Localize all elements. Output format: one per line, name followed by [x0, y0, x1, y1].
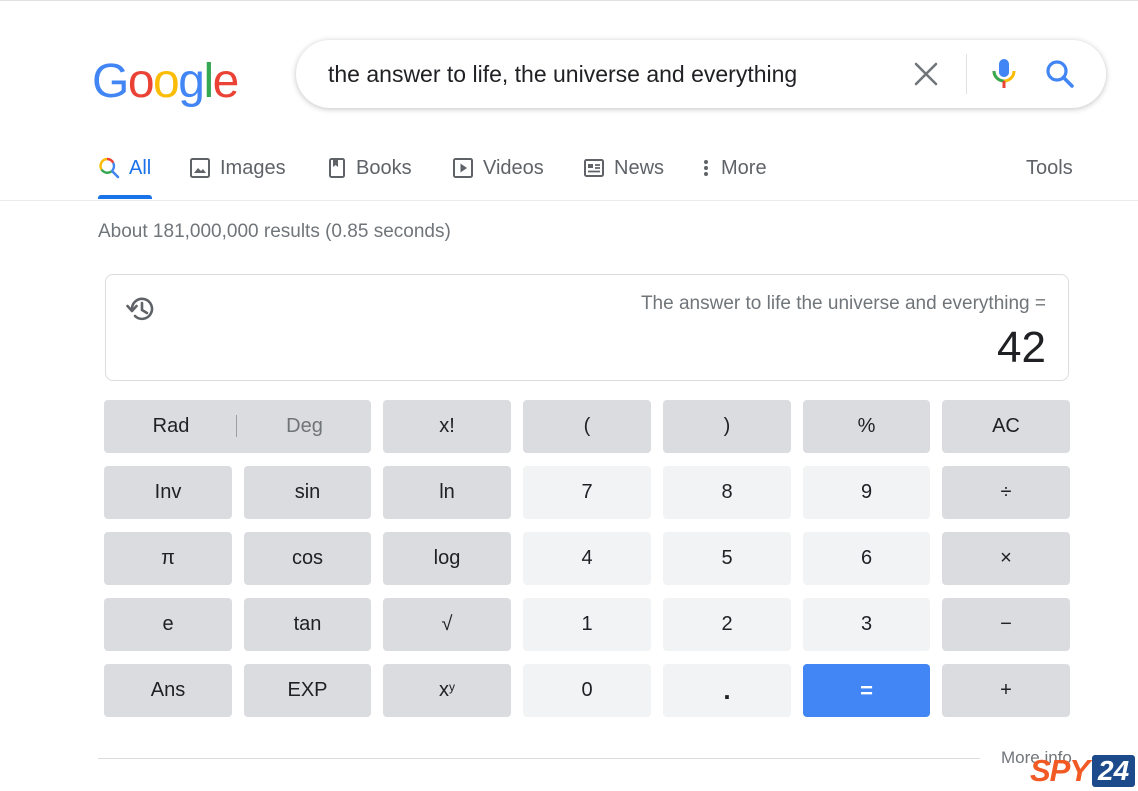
clear-search-button[interactable]: [908, 56, 944, 92]
left-paren-key[interactable]: (: [523, 400, 651, 453]
calculator-result: 42: [997, 323, 1046, 372]
tab-label: More: [721, 156, 767, 179]
digit-0-key[interactable]: 0: [523, 664, 651, 717]
rad-deg-toggle[interactable]: Rad Deg: [104, 400, 371, 453]
plus-key[interactable]: +: [942, 664, 1070, 717]
search-button[interactable]: [1042, 56, 1078, 92]
logo-letter: g: [178, 55, 205, 108]
more-vert-icon: [704, 160, 708, 176]
tab-books[interactable]: Books: [327, 140, 412, 196]
power-key[interactable]: xy: [383, 664, 511, 717]
bottom-divider: [98, 758, 980, 759]
equals-key[interactable]: =: [803, 664, 930, 717]
factorial-key[interactable]: x!: [383, 400, 511, 453]
sqrt-key[interactable]: √: [383, 598, 511, 651]
tab-videos[interactable]: Videos: [452, 140, 544, 196]
logo-letter: o: [153, 55, 180, 108]
search-box: [296, 40, 1106, 108]
logo-letter: l: [203, 55, 214, 108]
tab-more[interactable]: More: [700, 140, 767, 196]
tab-all[interactable]: All: [98, 140, 151, 196]
digit-6-key[interactable]: 6: [803, 532, 930, 585]
exp-key[interactable]: EXP: [244, 664, 371, 717]
multiply-key[interactable]: ×: [942, 532, 1070, 585]
pi-key[interactable]: π: [104, 532, 232, 585]
digit-2-key[interactable]: 2: [663, 598, 791, 651]
deg-key[interactable]: Deg: [238, 400, 371, 453]
logo-letter: o: [127, 55, 155, 108]
search-tabs: All Images Books Videos News More Tools: [0, 140, 1138, 200]
search-icon: [99, 157, 120, 179]
tab-label: Images: [220, 156, 286, 179]
watermark-text-spy: SPY: [1030, 753, 1090, 788]
digit-4-key[interactable]: 4: [523, 532, 651, 585]
google-logo[interactable]: G o o g l e: [92, 48, 240, 108]
sin-key[interactable]: sin: [244, 466, 371, 519]
digit-9-key[interactable]: 9: [803, 466, 930, 519]
active-tab-indicator: [98, 195, 152, 199]
cos-key[interactable]: cos: [244, 532, 371, 585]
search-icon: [1046, 60, 1074, 88]
watermark-text-24: 24: [1092, 755, 1136, 787]
history-button[interactable]: [122, 291, 158, 327]
digit-8-key[interactable]: 8: [663, 466, 791, 519]
power-key-base: x: [439, 679, 449, 701]
tab-images[interactable]: Images: [189, 140, 286, 196]
tab-label: News: [614, 156, 665, 179]
clear-all-key[interactable]: AC: [942, 400, 1070, 453]
news-icon: [584, 159, 604, 177]
log-key[interactable]: log: [383, 532, 511, 585]
result-stats: About 181,000,000 results (0.85 seconds): [98, 221, 451, 242]
video-icon: [453, 158, 473, 178]
spy24-watermark: SPY 24: [1030, 753, 1136, 788]
digit-1-key[interactable]: 1: [523, 598, 651, 651]
tan-key[interactable]: tan: [244, 598, 371, 651]
inverse-key[interactable]: Inv: [104, 466, 232, 519]
right-paren-key[interactable]: ): [663, 400, 791, 453]
logo-letter: e: [212, 55, 240, 108]
digit-7-key[interactable]: 7: [523, 466, 651, 519]
answer-key[interactable]: Ans: [104, 664, 232, 717]
power-key-exponent: y: [449, 679, 455, 694]
history-icon: [126, 297, 154, 321]
rad-key[interactable]: Rad: [104, 400, 238, 453]
search-input[interactable]: [328, 58, 888, 90]
percent-key[interactable]: %: [803, 400, 930, 453]
e-key[interactable]: e: [104, 598, 232, 651]
logo-letter: G: [92, 55, 129, 108]
divide-key[interactable]: ÷: [942, 466, 1070, 519]
microphone-icon: [992, 59, 1016, 88]
book-icon: [329, 158, 345, 178]
rad-deg-separator: [236, 415, 237, 437]
close-icon: [914, 62, 938, 86]
tab-label: All: [129, 156, 152, 179]
calculator-expression: The answer to life the universe and ever…: [640, 293, 1046, 314]
tab-news[interactable]: News: [583, 140, 664, 196]
calculator-display: The answer to life the universe and ever…: [105, 274, 1069, 381]
tabs-divider: [0, 200, 1138, 201]
tab-label: Videos: [483, 156, 544, 179]
top-border: [0, 0, 1138, 1]
digit-5-key[interactable]: 5: [663, 532, 791, 585]
ln-key[interactable]: ln: [383, 466, 511, 519]
tools-label: Tools: [1026, 156, 1073, 179]
image-icon: [190, 158, 210, 178]
voice-search-button[interactable]: [986, 54, 1022, 94]
tab-label: Books: [356, 156, 412, 179]
tools-button[interactable]: Tools: [1026, 140, 1073, 196]
search-divider: [966, 54, 967, 94]
decimal-point-key[interactable]: .: [663, 664, 791, 717]
minus-key[interactable]: −: [942, 598, 1070, 651]
digit-3-key[interactable]: 3: [803, 598, 930, 651]
